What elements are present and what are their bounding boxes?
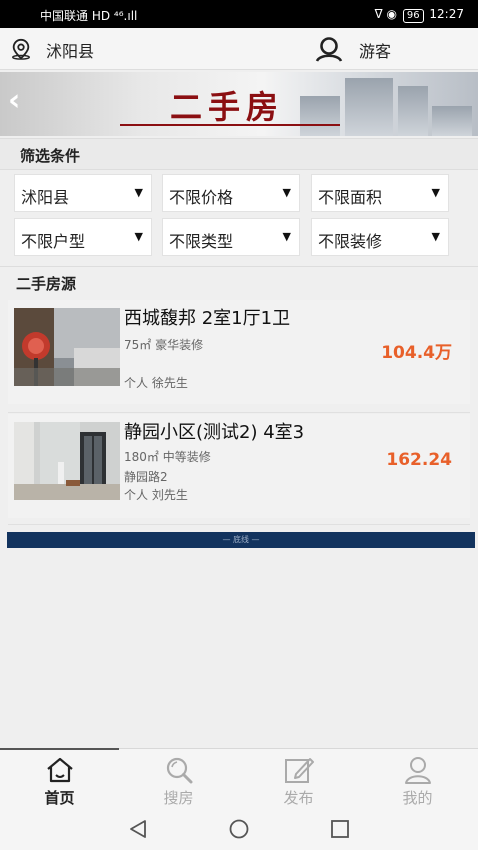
price-select[interactable]: 不限价格 ▼ — [162, 174, 300, 212]
listing-price: 162.24 — [386, 450, 452, 470]
filter-section-header: 筛选条件 — [0, 138, 478, 170]
listing-owner: 个人 刘先生 — [124, 488, 188, 502]
chevron-down-icon: ▼ — [134, 186, 143, 199]
select-label: 不限类型 — [169, 232, 234, 251]
list-divider — [8, 524, 470, 525]
type-select[interactable]: 不限类型 ▼ — [162, 218, 300, 256]
user-icon — [405, 757, 431, 784]
active-tab-indicator — [0, 748, 119, 750]
page-banner: ‹ 二手房 — [0, 72, 478, 136]
bottom-tab-bar: 首页 搜房 发布 我的 — [0, 748, 478, 808]
page-title: 二手房 — [170, 88, 285, 126]
banner-building — [300, 96, 340, 136]
network-signal-icon: HD ⁴⁶.ıll — [91, 9, 138, 23]
tab-label: 发布 — [283, 789, 314, 807]
listing-title: 西城馥邦 2室1厅1卫 — [124, 308, 291, 329]
system-nav-bar — [0, 808, 478, 850]
listing-photo — [14, 422, 120, 500]
decoration-select[interactable]: 不限装修 ▼ — [311, 218, 449, 256]
select-label: 不限装修 — [318, 232, 383, 251]
banner-building — [432, 106, 472, 136]
carrier-text: 中国联通 HD ⁴⁶.ıll — [40, 7, 137, 24]
listing-owner: 个人 徐先生 — [124, 376, 188, 390]
district-select[interactable]: 沭阳县 ▼ — [14, 174, 152, 212]
select-label: 不限面积 — [318, 188, 383, 207]
listing-title: 静园小区(测试2) 4室3 — [124, 422, 305, 443]
tab-label: 首页 — [44, 789, 75, 807]
battery-icon: 96 — [402, 9, 424, 23]
area-select[interactable]: 不限面积 ▼ — [311, 174, 449, 212]
listing-address: 静园路2 — [124, 470, 168, 484]
listing-section-title: 二手房源 — [16, 275, 77, 293]
tab-profile[interactable]: 我的 — [358, 749, 477, 809]
select-label: 不限户型 — [21, 232, 86, 251]
list-divider — [8, 412, 470, 413]
listing-section-header: 二手房源 — [0, 266, 478, 296]
back-arrow-icon[interactable]: ‹ — [8, 86, 20, 116]
filter-grid: 沭阳县 ▼ 不限价格 ▼ 不限面积 ▼ 不限户型 ▼ 不限类型 ▼ 不限装修 ▼ — [0, 170, 478, 266]
status-bar: 中国联通 HD ⁴⁶.ıll ᐁ ◉ 96 12:27 — [0, 0, 478, 28]
chevron-down-icon: ▼ — [431, 230, 440, 243]
layout-select[interactable]: 不限户型 ▼ — [14, 218, 152, 256]
select-label: 不限价格 — [169, 188, 234, 207]
tab-home[interactable]: 首页 — [0, 748, 119, 809]
listing-details: 75㎡ 豪华装修 — [124, 338, 204, 352]
filter-section-title: 筛选条件 — [20, 147, 81, 165]
listing-card[interactable]: 静园小区(测试2) 4室3 180㎡ 中等装修 静园路2 个人 刘先生 162.… — [8, 414, 470, 518]
clock-time: 12:27 — [429, 7, 464, 21]
chevron-down-icon: ▼ — [282, 186, 291, 199]
title-underline — [120, 124, 340, 126]
back-triangle-icon[interactable] — [126, 818, 150, 840]
user-icon[interactable] — [314, 36, 344, 62]
listing-photo — [14, 308, 120, 386]
edit-icon — [285, 758, 314, 783]
listing-card[interactable]: 西城馥邦 2室1厅1卫 75㎡ 豪华装修 个人 徐先生 104.4万 — [8, 300, 470, 404]
banner-building — [345, 78, 393, 136]
chevron-down-icon: ▼ — [134, 230, 143, 243]
listing-price: 104.4万 — [381, 343, 452, 363]
banner-building — [398, 86, 428, 136]
home-circle-icon[interactable] — [227, 818, 251, 840]
tab-label: 搜房 — [163, 789, 194, 807]
carrier-name: 中国联通 — [40, 9, 89, 23]
listing-details: 180㎡ 中等装修 — [124, 450, 211, 464]
guest-login-link[interactable]: 游客 — [359, 38, 391, 62]
select-label: 沭阳县 — [21, 188, 70, 207]
status-icons: ᐁ ◉ — [374, 7, 398, 21]
status-right: ᐁ ◉ 96 12:27 — [375, 7, 464, 23]
location-selector[interactable]: 沭阳县 — [46, 38, 94, 62]
recent-apps-icon[interactable] — [328, 818, 352, 840]
chevron-down-icon: ▼ — [282, 230, 291, 243]
end-of-list-bar: — 底线 — — [7, 532, 475, 548]
chevron-down-icon: ▼ — [431, 186, 440, 199]
tab-publish[interactable]: 发布 — [239, 749, 358, 809]
top-bar: 沭阳县 游客 — [0, 28, 478, 70]
search-icon — [166, 757, 193, 784]
location-pin-icon[interactable] — [10, 38, 32, 60]
tab-label: 我的 — [402, 789, 433, 807]
tab-search[interactable]: 搜房 — [119, 749, 238, 809]
home-icon — [47, 757, 73, 783]
